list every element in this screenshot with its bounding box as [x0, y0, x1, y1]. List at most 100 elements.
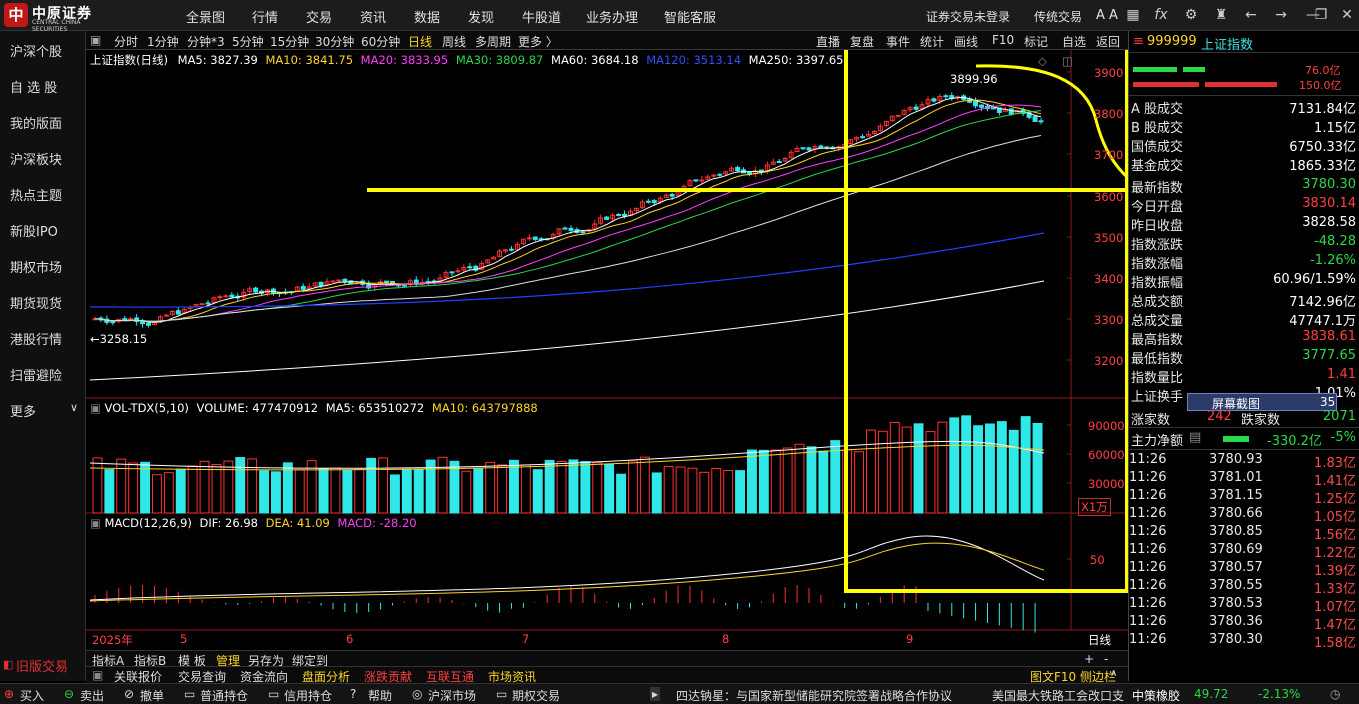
trade-mode-button[interactable]: 传统交易	[1034, 8, 1082, 25]
formula-icon[interactable]: fx	[1152, 6, 1170, 24]
candle-body	[455, 270, 461, 273]
volume-bar	[140, 461, 150, 514]
volume-bar	[104, 469, 115, 514]
sidebar-item-hk-stocks[interactable]: 港股行情	[10, 329, 62, 348]
candle-body	[931, 98, 937, 102]
menu-panorama[interactable]: 全景图	[186, 7, 225, 26]
quote-row: 总成交额 7142.96亿	[1131, 295, 1356, 310]
tab-1min[interactable]: 1分钟	[147, 33, 179, 50]
restore-icon[interactable]: ❐	[1312, 6, 1330, 24]
font-size-button[interactable]: A A	[1096, 8, 1118, 23]
tab-multi-period[interactable]: 多周期	[475, 33, 511, 50]
menu-quotes[interactable]: 行情	[252, 7, 278, 26]
sidebar-item-risk-scan[interactable]: 扫雷避险	[10, 365, 62, 384]
tab-daily[interactable]: 日线	[408, 33, 432, 50]
menu-niugudao[interactable]: 牛股道	[522, 7, 561, 26]
quote-row: 指数量比 1.41	[1131, 367, 1356, 386]
tab-60min[interactable]: 60分钟	[361, 33, 400, 50]
sidebar-item-my-layout[interactable]: 我的版面	[10, 113, 62, 132]
old-trade-button[interactable]: 旧版交易	[16, 656, 68, 675]
flow-detail-icon[interactable]: ▤	[1189, 430, 1201, 445]
candle-body	[342, 278, 348, 283]
options-trade-button[interactable]: 期权交易	[512, 687, 560, 704]
clock-icon[interactable]: ◷	[1330, 687, 1340, 701]
menu-trade[interactable]: 交易	[306, 7, 332, 26]
credit-holdings-button[interactable]: 信用持仓	[284, 687, 332, 704]
vol-collapse-icon[interactable]: ▣	[90, 401, 101, 415]
tool-live[interactable]: 直播	[816, 33, 840, 50]
tool-review[interactable]: 复盘	[850, 33, 874, 50]
time-tick: 7	[522, 632, 530, 646]
tab-5min[interactable]: 5分钟	[232, 33, 264, 50]
chart-expand-icon[interactable]: ◫	[1062, 54, 1073, 68]
tab-more[interactable]: 更多 〉	[518, 33, 558, 50]
sidebar-item-futures[interactable]: 期货现货	[10, 293, 62, 312]
candle-body	[467, 266, 473, 269]
login-status[interactable]: 证券交易未登录	[926, 8, 1010, 25]
menu-ai-service[interactable]: 智能客服	[664, 7, 716, 26]
menu-business[interactable]: 业务办理	[586, 7, 638, 26]
skin-shirt-icon[interactable]: ♜	[1212, 6, 1230, 24]
menu-news[interactable]: 资讯	[360, 7, 386, 26]
normal-holdings-button[interactable]: 普通持仓	[200, 687, 248, 704]
news-ticker-1[interactable]: 四达钠星：与国家新型储能研究院签署战略合作协议	[676, 687, 952, 704]
kline-chart-area[interactable]: 上证指数(日线) MA5: 3827.39 MA10: 3841.75 MA20…	[86, 50, 1128, 650]
menu-data[interactable]: 数据	[414, 7, 440, 26]
forward-arrow-icon[interactable]: →	[1272, 6, 1290, 24]
sidebar-item-sectors[interactable]: 沪深板块	[10, 149, 62, 168]
sidebar-item-options[interactable]: 期权市场	[10, 257, 62, 276]
sell-button[interactable]: 卖出	[80, 687, 104, 704]
tool-events[interactable]: 事件	[886, 33, 910, 50]
tab-3min[interactable]: 分钟*3	[187, 33, 225, 50]
candle-body	[401, 284, 407, 287]
news-toggle-icon[interactable]: ▸	[650, 687, 661, 701]
candle-body	[913, 106, 919, 110]
candle-body	[330, 280, 336, 283]
volume-bar	[354, 468, 365, 514]
chart-settings-icon[interactable]: ◇	[1038, 54, 1047, 68]
tool-f10[interactable]: F10	[992, 33, 1014, 47]
close-icon[interactable]: ✕	[1338, 6, 1356, 24]
volume-bar	[342, 470, 353, 514]
sidebar-item-watchlist[interactable]: 自 选 股	[10, 77, 57, 96]
volume-bar	[889, 421, 900, 514]
sidebar-item-hot-topics[interactable]: 热点主题	[10, 185, 62, 204]
quote-row: 总成交量 47747.1万	[1131, 314, 1356, 329]
tab-intraday[interactable]: 分时	[114, 33, 138, 50]
ticker-stock-name[interactable]: 中策橡胶	[1132, 687, 1180, 704]
tab-30min[interactable]: 30分钟	[315, 33, 354, 50]
help-button[interactable]: 帮助	[368, 687, 392, 704]
ma30-line	[94, 110, 1042, 322]
remove-icon[interactable]: -	[1104, 652, 1108, 666]
gear-icon[interactable]: ⚙	[1182, 6, 1200, 24]
tool-return[interactable]: 返回	[1096, 33, 1120, 50]
volume-bar	[128, 462, 139, 514]
kline-chart-svg[interactable]	[86, 50, 1128, 650]
info-panel-toggle-icon[interactable]: ▣	[92, 668, 103, 682]
tool-watchlist[interactable]: 自选	[1062, 33, 1086, 50]
candle-body	[943, 95, 949, 98]
chevron-down-icon[interactable]: ∨	[70, 401, 78, 414]
sidebar-item-more[interactable]: 更多	[10, 401, 36, 420]
volume-bar	[318, 468, 329, 514]
tool-mark[interactable]: 标记	[1024, 33, 1048, 50]
panel-toggle-icon[interactable]: ▣	[90, 33, 101, 47]
back-arrow-icon[interactable]: ←	[1242, 6, 1260, 24]
tool-stats[interactable]: 统计	[920, 33, 944, 50]
sh-sz-market-button[interactable]: 沪深市场	[428, 687, 476, 704]
cancel-order-button[interactable]: 撤单	[140, 687, 164, 704]
tab-15min[interactable]: 15分钟	[270, 33, 309, 50]
add-icon[interactable]: +	[1084, 652, 1094, 666]
tab-weekly[interactable]: 周线	[442, 33, 466, 50]
buy-button[interactable]: 买入	[20, 687, 44, 704]
tool-draw[interactable]: 画线	[954, 33, 978, 50]
menu-icon[interactable]: ≡	[1133, 34, 1144, 49]
sidebar-item-ipo[interactable]: 新股IPO	[10, 221, 58, 240]
volume-bar	[782, 447, 793, 514]
sidebar-item-stocks[interactable]: 沪深个股	[10, 41, 62, 60]
macd-collapse-icon[interactable]: ▣	[90, 516, 101, 530]
menu-discover[interactable]: 发现	[468, 7, 494, 26]
chevron-up-icon[interactable]: ∧	[1110, 668, 1117, 679]
news-ticker-2[interactable]: 美国最大铁路工会改口支	[992, 687, 1124, 704]
grid-icon[interactable]: ▦	[1124, 6, 1142, 24]
